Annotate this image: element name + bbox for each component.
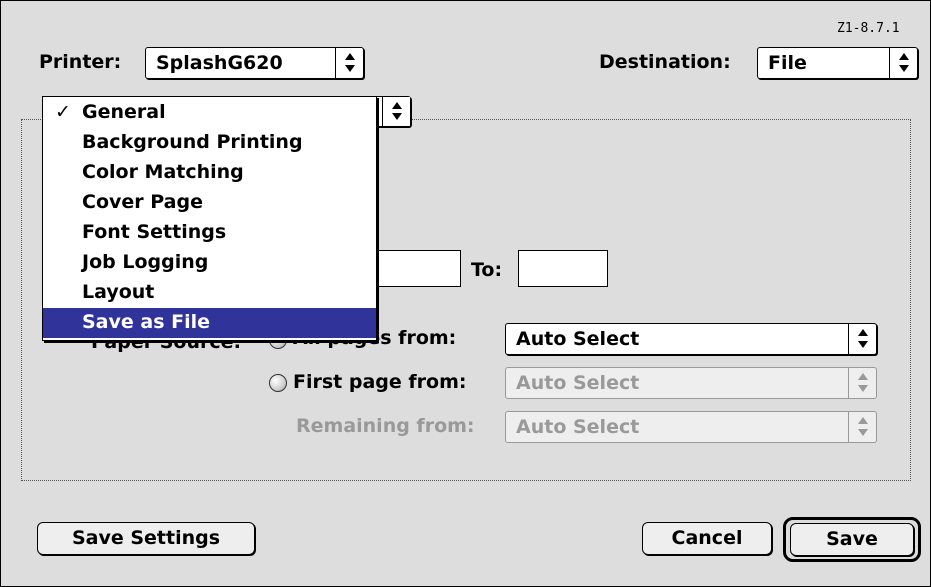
menu-item-cover-page[interactable]: Cover Page (43, 188, 376, 218)
all-pages-value: Auto Select (516, 328, 640, 350)
remaining-label: Remaining from: (296, 415, 475, 437)
destination-label: Destination: (599, 51, 731, 73)
from-page-field[interactable] (366, 250, 461, 287)
destination-value: File (768, 52, 807, 74)
menu-item-layout[interactable]: Layout (43, 278, 376, 308)
menu-item-label: Color Matching (82, 161, 244, 183)
remaining-popup: Auto Select (505, 411, 877, 443)
cancel-button[interactable]: Cancel (642, 522, 772, 555)
menu-item-background-printing[interactable]: Background Printing (43, 128, 376, 158)
menu-item-label: Layout (82, 281, 155, 303)
print-dialog: Z1-8.7.1 Printer: SplashG620 Destination… (0, 0, 931, 587)
menu-item-label: Save as File (82, 311, 211, 333)
remaining-value: Auto Select (516, 416, 640, 438)
save-settings-button[interactable]: Save Settings (37, 522, 255, 555)
updown-arrows-icon (889, 48, 917, 78)
updown-arrows-icon (335, 48, 363, 78)
panel-menu: ✓ General Background Printing Color Matc… (42, 96, 377, 341)
printer-value: SplashG620 (156, 52, 283, 74)
updown-arrows-icon (848, 324, 876, 354)
printer-label: Printer: (39, 51, 122, 73)
menu-item-save-as-file[interactable]: Save as File (43, 308, 376, 338)
all-pages-popup[interactable]: Auto Select (505, 323, 877, 355)
radio-button-icon[interactable] (269, 374, 287, 392)
updown-arrows-icon (848, 412, 876, 442)
menu-item-label: Job Logging (82, 251, 209, 273)
menu-item-label: Font Settings (82, 221, 227, 243)
save-button[interactable]: Save (790, 523, 914, 556)
updown-arrows-icon (848, 368, 876, 398)
menu-item-color-matching[interactable]: Color Matching (43, 158, 376, 188)
menu-item-label: Background Printing (82, 131, 303, 153)
updown-arrows-icon (382, 97, 410, 126)
to-label: To: (471, 259, 503, 281)
menu-item-label: General (82, 101, 166, 123)
first-page-label: First page from: (293, 371, 467, 393)
checkmark-icon: ✓ (55, 101, 71, 123)
menu-item-font-settings[interactable]: Font Settings (43, 218, 376, 248)
menu-item-job-logging[interactable]: Job Logging (43, 248, 376, 278)
first-page-value: Auto Select (516, 372, 640, 394)
destination-popup[interactable]: File (757, 47, 918, 79)
printer-popup[interactable]: SplashG620 (145, 47, 364, 79)
first-page-popup: Auto Select (505, 367, 877, 399)
version-label: Z1-8.7.1 (837, 21, 900, 36)
menu-item-label: Cover Page (82, 191, 203, 213)
to-page-field[interactable] (518, 250, 608, 287)
menu-item-general[interactable]: ✓ General (43, 98, 376, 128)
